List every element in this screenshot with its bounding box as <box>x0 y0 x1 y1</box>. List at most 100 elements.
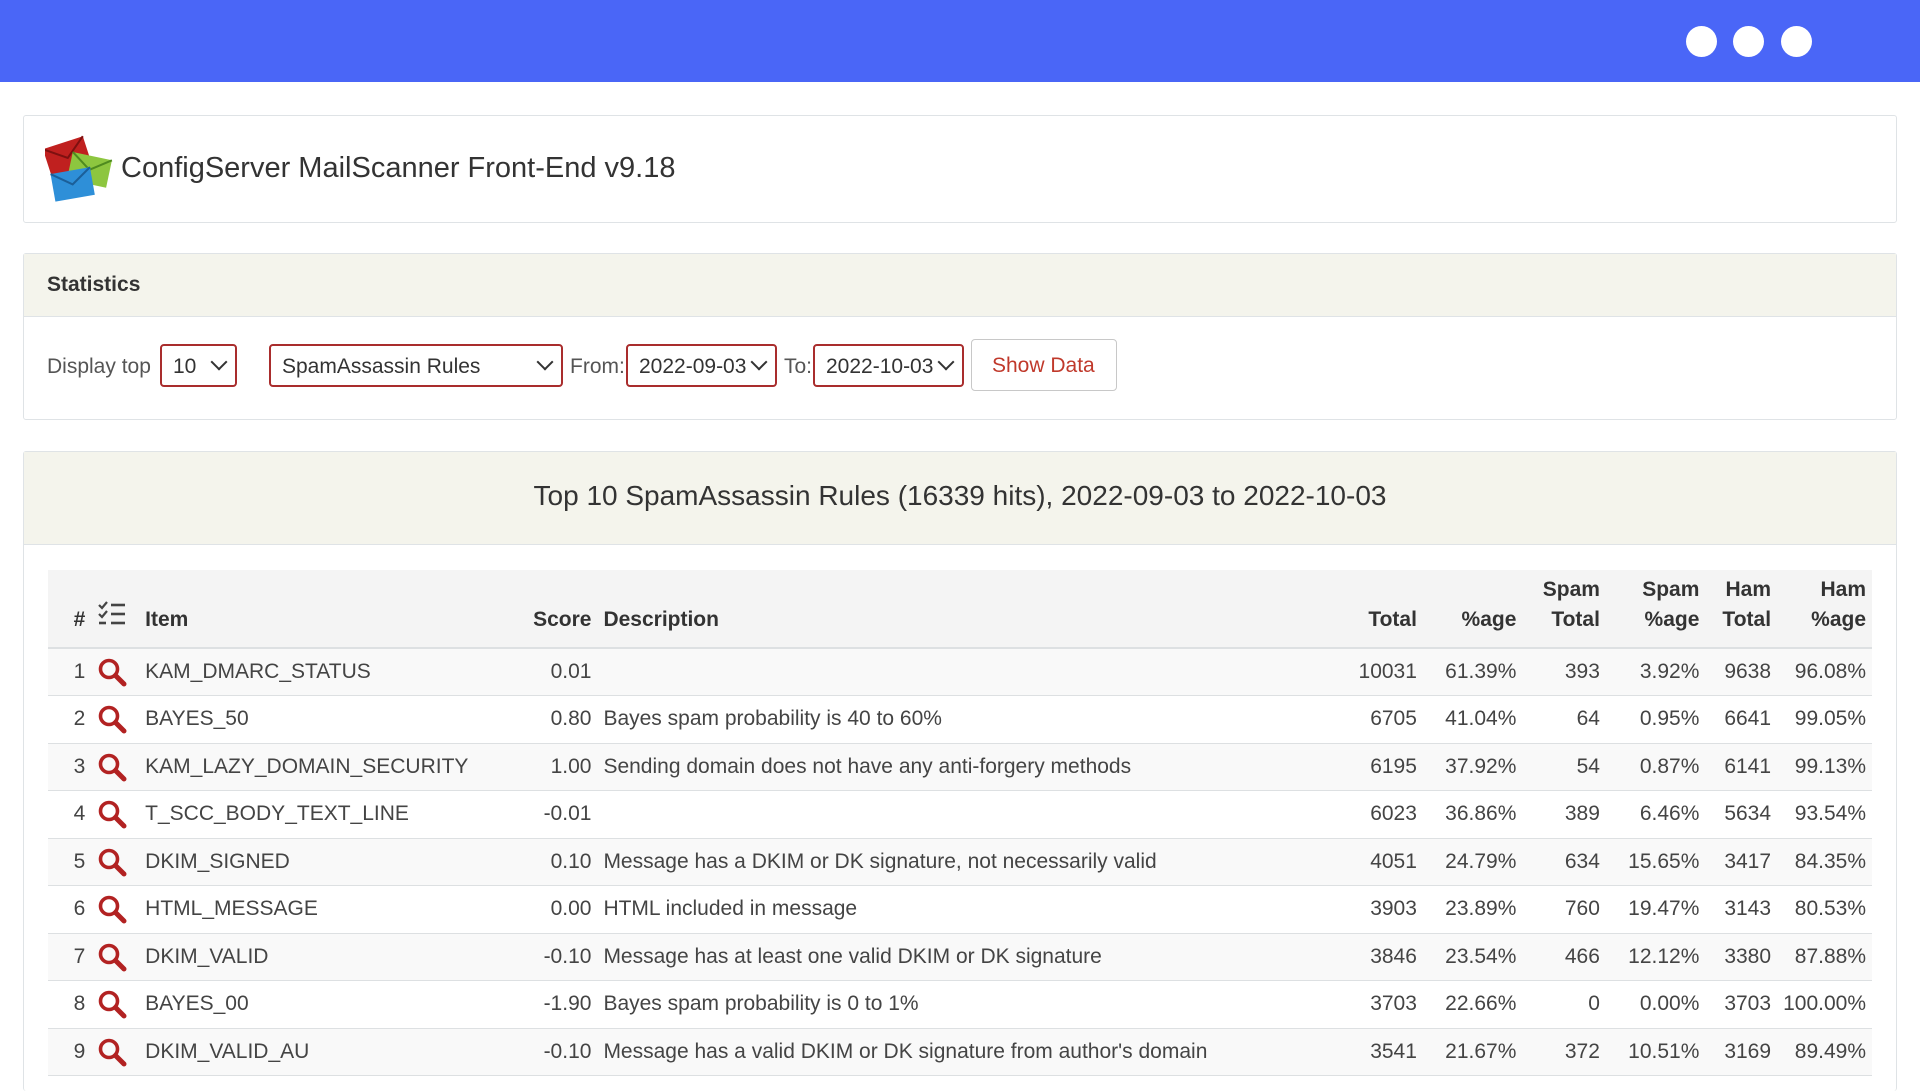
row-search <box>91 696 139 744</box>
row-ham-total: 5634 <box>1724 802 1772 826</box>
row-search <box>91 791 139 839</box>
col-list <box>91 570 139 648</box>
row-spam-pct: 0.00% <box>1639 992 1700 1016</box>
col-spam-pct-line1: Spam <box>1642 578 1700 601</box>
row-spam-pct: 0.87% <box>1639 754 1700 778</box>
search-icon[interactable] <box>97 1037 127 1067</box>
row-item: T_SCC_BODY_TEXT_LINE <box>145 802 409 826</box>
table-row: 2 BAYES_50 0.80 Bayes spam probability is 4… <box>48 696 1872 744</box>
col-ham-pct-line1: Ham <box>1820 578 1866 601</box>
row-spam-total: 634 <box>1564 849 1600 873</box>
table-row: 8 BAYES_00 -1.90 Bayes spam probability is … <box>48 981 1872 1028</box>
row-score: -0.10 <box>543 944 592 968</box>
search-icon[interactable] <box>97 847 127 877</box>
row-score: 0.10 <box>550 849 592 873</box>
search-icon[interactable] <box>97 752 127 782</box>
table-row: 5 DKIM_SIGNED 0.10 Message has a DKIM or DK… <box>48 838 1872 886</box>
top-count-select[interactable]: 10 <box>160 344 237 387</box>
col-pct[interactable]: %age <box>1423 570 1522 648</box>
row-description: Sending domain does not have any anti-fo… <box>603 754 1132 778</box>
col-spam-pct[interactable]: Spam %age <box>1606 570 1705 648</box>
table-header-row: # Item Score Description Total %age Spam… <box>48 570 1872 648</box>
row-ham-total: 3703 <box>1724 992 1772 1016</box>
row-ham-pct: 80.53% <box>1794 897 1866 921</box>
row-score: 0.80 <box>550 707 592 731</box>
col-total[interactable]: Total <box>1330 570 1423 648</box>
col-ham-total-line2: Total <box>1722 608 1772 631</box>
col-spam-total[interactable]: Spam Total <box>1522 570 1606 648</box>
row-search <box>91 648 139 696</box>
row-search <box>91 838 139 886</box>
show-data-button[interactable]: Show Data <box>971 339 1117 391</box>
row-total: 6705 <box>1370 707 1417 731</box>
search-icon[interactable] <box>97 704 127 734</box>
row-ham-total: 3417 <box>1724 849 1772 873</box>
row-number: 4 <box>73 802 86 826</box>
search-icon[interactable] <box>97 894 127 924</box>
row-spam-pct: 10.51% <box>1628 1039 1700 1063</box>
search-icon[interactable] <box>97 989 127 1019</box>
brand-panel: ConfigServer MailScanner Front-End v9.18 <box>23 115 1897 223</box>
row-total: 3846 <box>1370 944 1417 968</box>
table-row: 6 HTML_MESSAGE 0.00 HTML included in messag… <box>48 886 1872 933</box>
col-ham-total[interactable]: Ham Total <box>1705 570 1777 648</box>
stat-type-value: SpamAssassin Rules <box>282 355 481 378</box>
display-top-label: Display top <box>47 355 151 378</box>
row-spam-total: 393 <box>1564 660 1600 683</box>
row-search <box>91 1028 139 1076</box>
search-icon[interactable] <box>97 657 127 687</box>
row-total: 3903 <box>1370 897 1417 921</box>
row-item: BAYES_00 <box>145 992 249 1016</box>
window-dot[interactable] <box>1733 26 1764 57</box>
window-dot[interactable] <box>1781 26 1812 57</box>
search-icon[interactable] <box>97 799 127 829</box>
row-ham-total: 3169 <box>1724 1039 1772 1063</box>
app-logo <box>45 135 113 202</box>
chevron-down-icon <box>536 353 554 371</box>
row-score: -0.01 <box>543 802 592 826</box>
row-spam-pct: 19.47% <box>1628 897 1700 921</box>
row-number: 8 <box>73 992 86 1016</box>
results-table: # Item Score Description Total %age Spam… <box>48 570 1872 1076</box>
col-score[interactable]: Score <box>524 570 598 648</box>
search-icon[interactable] <box>97 942 127 972</box>
row-pct: 24.79% <box>1445 849 1517 873</box>
col-ham-pct[interactable]: Ham %age <box>1777 570 1872 648</box>
row-ham-total: 9638 <box>1724 660 1772 683</box>
from-date-value: 2022-09-03 <box>639 355 747 378</box>
top-bar <box>0 0 1920 82</box>
row-description: Message has a valid DKIM or DK signature… <box>603 1039 1208 1063</box>
row-item: HTML_MESSAGE <box>145 897 318 921</box>
row-item: DKIM_VALID <box>145 944 269 968</box>
row-ham-pct: 96.08% <box>1794 660 1866 683</box>
col-item[interactable]: Item <box>139 570 523 648</box>
row-ham-total: 3143 <box>1724 897 1772 921</box>
row-spam-pct: 0.95% <box>1639 707 1700 731</box>
row-total: 10031 <box>1358 660 1417 683</box>
row-spam-total: 64 <box>1576 707 1600 731</box>
row-spam-pct: 15.65% <box>1628 849 1700 873</box>
row-score: 1.00 <box>550 754 592 778</box>
row-pct: 22.66% <box>1445 992 1517 1016</box>
row-spam-total: 0 <box>1588 992 1600 1016</box>
row-spam-total: 54 <box>1576 754 1600 778</box>
window-dot[interactable] <box>1686 26 1717 57</box>
row-ham-pct: 84.35% <box>1794 849 1866 873</box>
col-description[interactable]: Description <box>597 570 1329 648</box>
row-number: 9 <box>73 1039 86 1063</box>
row-pct: 37.92% <box>1445 754 1517 778</box>
from-date-select[interactable]: 2022-09-03 <box>626 344 777 387</box>
row-item: KAM_LAZY_DOMAIN_SECURITY <box>145 754 469 778</box>
chevron-down-icon <box>750 353 768 371</box>
row-pct: 21.67% <box>1445 1039 1517 1063</box>
row-item: BAYES_50 <box>145 707 249 731</box>
to-date-select[interactable]: 2022-10-03 <box>813 344 964 387</box>
stat-type-select[interactable]: SpamAssassin Rules <box>269 344 563 387</box>
col-spam-total-line1: Spam <box>1542 578 1600 601</box>
col-num[interactable]: # <box>48 570 91 648</box>
from-label: From: <box>570 355 625 378</box>
row-score: 0.00 <box>550 897 592 921</box>
results-panel: Top 10 SpamAssassin Rules (16339 hits), … <box>23 451 1897 1091</box>
row-pct: 36.86% <box>1445 802 1517 826</box>
results-title: Top 10 SpamAssassin Rules (16339 hits), … <box>24 452 1896 545</box>
